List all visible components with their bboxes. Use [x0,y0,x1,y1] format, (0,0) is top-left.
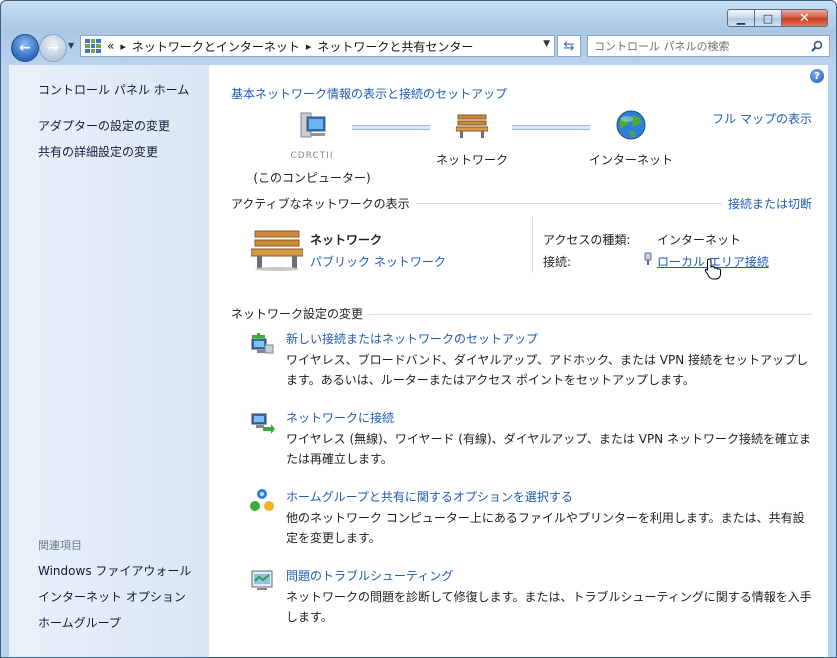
task-homegroup-desc: 他のネットワーク コンピューター上にあるファイルやプリンターを利用します。または… [286,511,805,545]
map-connection-line [352,125,430,130]
search-icon[interactable] [811,40,823,52]
globe-icon [616,110,646,140]
minimize-button[interactable]: ▁ [727,9,755,27]
task-connect-network-desc: ワイヤレス (無線)、ワイヤード (有線)、ダイヤルアップ、または VPN ネッ… [286,432,811,466]
full-map-link[interactable]: フル マップの表示 [712,110,812,127]
help-icon: ? [814,70,820,82]
active-networks-title: アクティブなネットワークの表示 [231,195,416,212]
breadcrumb-separator-icon[interactable]: ▸ [120,40,126,53]
computer-icon [300,112,326,138]
page-title: 基本ネットワーク情報の表示と接続のセットアップ [231,87,508,101]
connect-network-icon [251,413,275,434]
task-troubleshoot-link[interactable]: 問題のトラブルシューティング [286,567,453,584]
forward-button[interactable]: → [39,34,67,62]
maximize-button[interactable]: □ [755,9,782,27]
breadcrumb-sharing-center[interactable]: ネットワークと共有センター [317,38,473,55]
network-node[interactable] [455,111,489,142]
task-troubleshoot-desc: ネットワークの問題を診断して修復します。または、トラブルシューティングに関する情… [286,590,812,624]
address-bar[interactable]: « ▸ ネットワークとインターネット ▸ ネットワークと共有センター ▼ [80,35,555,57]
network-type-link[interactable]: パブリック ネットワーク [310,253,446,270]
breadcrumb-overflow[interactable]: « [107,39,114,53]
search-input[interactable] [594,38,799,54]
new-connection-icon [251,333,274,354]
chevron-down-icon: ▼ [68,41,75,50]
sidebar: コントロール パネル ホーム アダプターの設定の変更 共有の詳細設定の変更 関連… [9,65,209,657]
computer-name: CDRCTII [290,151,334,161]
internet-label: インターネット [588,153,673,167]
computer-label: (このコンピューター) [253,171,371,185]
window: ▁ □ ✕ ← → ▼ « ▸ ネットワークとインターネット ▸ ネットワークと… [0,0,837,658]
task-connect-network-link[interactable]: ネットワークに接続 [286,409,394,426]
breadcrumb-network-internet[interactable]: ネットワークとインターネット [132,38,300,55]
task-new-connection-link[interactable]: 新しい接続またはネットワークのセットアップ [286,330,538,347]
recent-pages-dropdown[interactable]: ▼ [68,41,78,51]
address-dropdown-icon[interactable]: ▼ [543,39,550,49]
hand-cursor-icon [704,258,721,280]
active-network-name: ネットワーク [310,233,383,247]
bench-icon [251,230,303,271]
sidebar-windows-firewall[interactable]: Windows ファイアウォール [38,562,191,579]
forward-arrow-icon: → [47,40,59,56]
connect-disconnect-link[interactable]: 接続または切断 [721,195,812,212]
sidebar-homegroup[interactable]: ホームグループ [38,614,121,631]
network-center-icon [85,39,101,53]
homegroup-icon [250,489,274,511]
vertical-divider [532,217,533,273]
refresh-button[interactable]: ⇆ [557,35,581,57]
navigation-bar: ← → ▼ « ▸ ネットワークとインターネット ▸ ネットワークと共有センター… [9,33,830,62]
close-icon: ✕ [799,10,810,26]
connection-label: 接続: [543,255,572,269]
access-type-value: インターネット [657,233,742,247]
back-arrow-icon: ← [19,40,31,56]
computer-node[interactable] [295,111,329,144]
sidebar-related-heading: 関連項目 [38,539,82,552]
help-button[interactable]: ? [810,69,824,83]
troubleshoot-icon [251,570,273,590]
main-content: ? 基本ネットワーク情報の表示と接続のセットアップ フル マップの表示 CDRC… [209,65,828,657]
bench-icon [455,114,489,138]
internet-node[interactable] [615,109,647,144]
sidebar-adapter-settings[interactable]: アダプターの設定の変更 [38,117,170,134]
caption-buttons: ▁ □ ✕ [727,9,828,27]
close-button[interactable]: ✕ [782,9,828,27]
map-connection-line [512,125,590,130]
network-label: ネットワーク [435,153,508,167]
task-homegroup-link[interactable]: ホームグループと共有に関するオプションを選択する [286,488,573,505]
access-type-label: アクセスの種類: [543,233,631,247]
refresh-icon: ⇆ [563,38,575,54]
task-new-connection-desc: ワイヤレス、ブロードバンド、ダイヤルアップ、アドホック、または VPN 接続をセ… [286,353,809,387]
back-button[interactable]: ← [11,34,39,62]
sidebar-control-panel-home[interactable]: コントロール パネル ホーム [38,81,189,98]
maximize-icon: □ [762,11,774,25]
sidebar-advanced-sharing[interactable]: 共有の詳細設定の変更 [38,143,158,160]
breadcrumb-separator-icon[interactable]: ▸ [306,40,312,53]
change-settings-title: ネットワーク設定の変更 [231,305,370,322]
minimize-icon: ▁ [736,11,746,25]
sidebar-internet-options[interactable]: インターネット オプション [38,588,186,605]
search-box[interactable] [587,35,830,57]
